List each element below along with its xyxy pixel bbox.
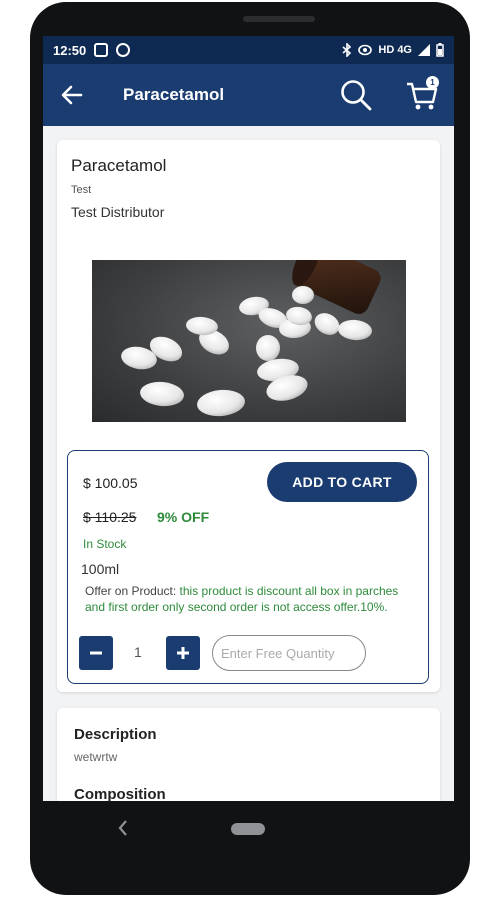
signal-icon bbox=[418, 44, 430, 56]
search-icon bbox=[341, 80, 372, 111]
pack-size: 100ml bbox=[81, 561, 120, 577]
page-title: Paracetamol bbox=[123, 85, 225, 104]
nav-home-button[interactable] bbox=[231, 823, 265, 835]
eye-icon bbox=[358, 44, 373, 56]
cart-button[interactable]: 1 bbox=[405, 76, 441, 112]
nav-back-icon[interactable] bbox=[116, 818, 130, 838]
back-arrow-icon bbox=[61, 85, 83, 105]
bluetooth-icon bbox=[342, 43, 352, 57]
stock-status: In Stock bbox=[83, 537, 127, 551]
cart-count-badge: 1 bbox=[426, 76, 439, 89]
pills-illustration bbox=[121, 260, 381, 417]
description-text: wetwrtw bbox=[74, 750, 118, 764]
add-to-cart-button[interactable]: ADD TO CART bbox=[267, 462, 417, 502]
product-name: Paracetamol bbox=[71, 156, 167, 175]
search-button[interactable] bbox=[339, 78, 373, 112]
selling-price: $ 100.05 bbox=[83, 475, 138, 491]
back-button[interactable] bbox=[57, 80, 87, 110]
minus-icon bbox=[90, 651, 102, 655]
free-quantity-input[interactable] bbox=[212, 635, 366, 671]
status-right: HD 4G bbox=[342, 43, 444, 57]
composition-heading: Composition bbox=[74, 786, 166, 801]
plus-icon bbox=[177, 647, 189, 659]
description-card: Description wetwrtw Composition bbox=[57, 708, 440, 801]
product-card: Paracetamol Test Test Distributor $ 100.… bbox=[57, 140, 440, 692]
status-bar: 12:50 HD 4G bbox=[43, 36, 454, 64]
increase-quantity-button[interactable] bbox=[166, 636, 200, 670]
price-section: $ 100.05 ADD TO CART $ 110.25 9% OFF In … bbox=[67, 450, 429, 684]
speaker-grille bbox=[243, 16, 315, 22]
original-price: $ 110.25 bbox=[83, 509, 137, 525]
offer-note: Offer on Product: this product is discou… bbox=[85, 583, 410, 615]
discount-badge: 9% OFF bbox=[157, 509, 210, 525]
app-screen: 12:50 HD 4G Paracetamol 1 Paracetamol Te… bbox=[43, 36, 454, 801]
network-label: HD 4G bbox=[378, 44, 412, 56]
vpn-icon bbox=[116, 43, 131, 57]
status-time: 12:50 bbox=[53, 42, 87, 58]
offer-label: Offer on Product: bbox=[85, 584, 177, 598]
app-bar: Paracetamol 1 bbox=[43, 64, 454, 126]
battery-icon bbox=[436, 43, 444, 57]
product-distributor: Test Distributor bbox=[71, 204, 165, 220]
quantity-value: 1 bbox=[134, 644, 142, 660]
image-icon bbox=[94, 43, 109, 57]
product-image bbox=[92, 260, 406, 422]
product-company: Test bbox=[71, 184, 92, 196]
description-heading: Description bbox=[74, 726, 157, 743]
decrease-quantity-button[interactable] bbox=[79, 636, 113, 670]
